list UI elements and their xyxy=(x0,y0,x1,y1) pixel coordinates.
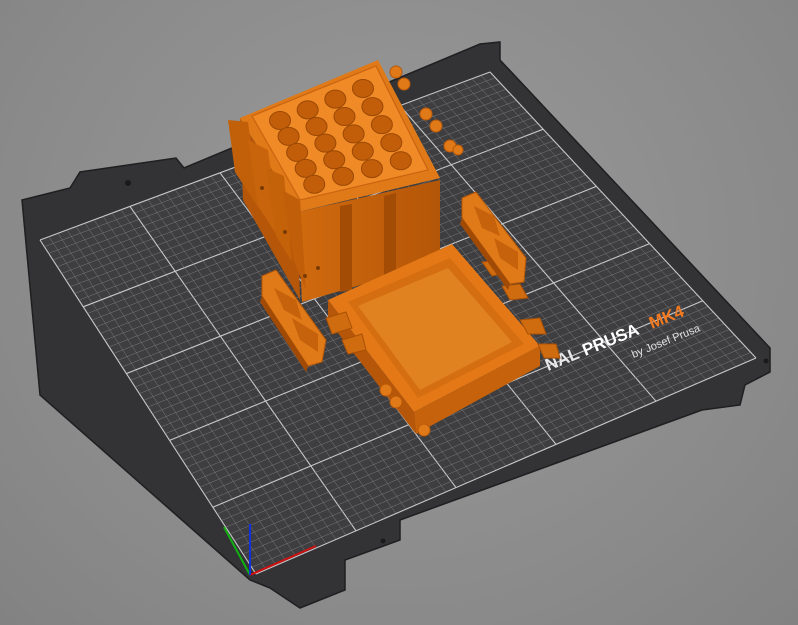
cell-socket xyxy=(351,79,374,99)
cell-socket xyxy=(286,142,309,162)
cell-socket xyxy=(296,100,319,120)
cell-socket xyxy=(380,133,403,153)
cell-socket xyxy=(323,150,346,170)
scene-canvas[interactable]: NAL PRUSA MK4 by Josef Prusa xyxy=(0,0,798,625)
cell-socket xyxy=(294,158,317,178)
cell-socket xyxy=(351,141,374,161)
3d-viewport[interactable]: NAL PRUSA MK4 by Josef Prusa xyxy=(0,0,798,625)
cell-socket xyxy=(303,174,326,194)
cell-socket xyxy=(332,166,355,186)
cell-socket xyxy=(360,159,383,179)
cell-socket xyxy=(389,151,412,171)
cell-socket xyxy=(269,110,292,130)
cell-socket xyxy=(314,133,337,153)
cell-socket xyxy=(361,97,384,117)
cell-socket xyxy=(305,116,328,136)
cell-socket xyxy=(342,124,365,144)
cell-socket xyxy=(324,89,347,109)
cell-socket xyxy=(277,126,300,146)
cell-socket xyxy=(370,115,393,135)
cell-socket xyxy=(333,107,356,127)
